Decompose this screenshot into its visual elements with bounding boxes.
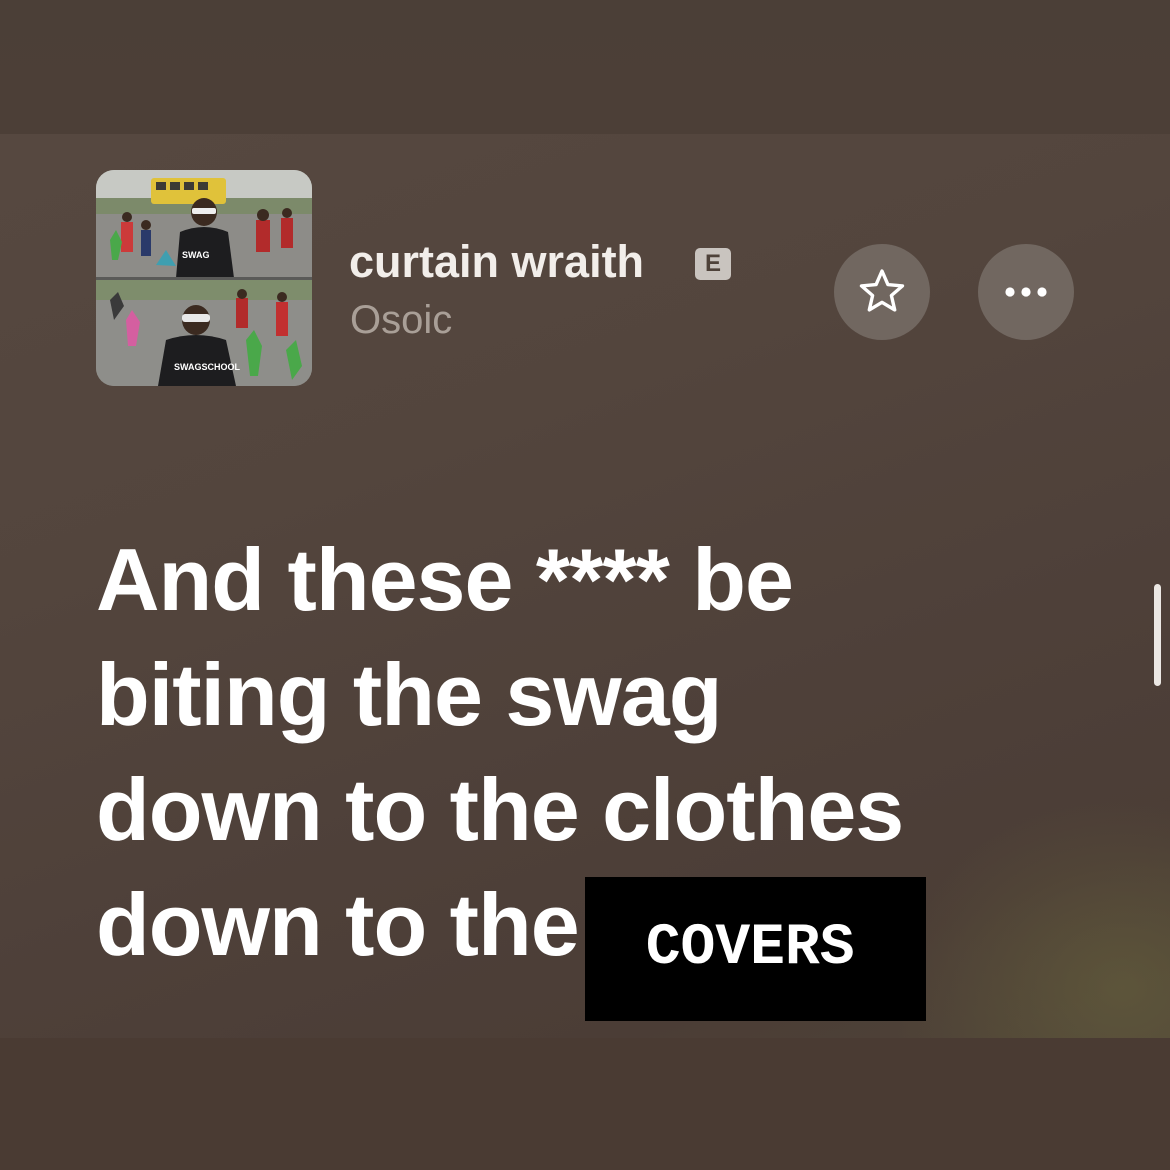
ellipsis-icon [1005, 287, 1047, 297]
favorite-button[interactable] [834, 244, 930, 340]
lyric-line[interactable]: And these **** be [96, 522, 1106, 637]
lyric-line-with-redaction[interactable]: down to the COVERS [96, 867, 1106, 1021]
top-background-band [0, 0, 1170, 134]
bottom-background-band [0, 1038, 1170, 1170]
scrollbar-thumb[interactable] [1154, 584, 1161, 686]
lyric-line[interactable]: down to the clothes [96, 752, 1106, 867]
more-options-button[interactable] [978, 244, 1074, 340]
svg-text:SWAGSCHOOL: SWAGSCHOOL [174, 362, 241, 372]
star-outline-icon [859, 269, 905, 312]
song-title[interactable]: curtain wraith [349, 232, 644, 292]
redacted-word-label: COVERS [584, 877, 926, 1021]
album-artwork-image: SWAG SWAGSCHOOL [96, 170, 312, 386]
artist-name[interactable]: Osoic [350, 290, 452, 350]
lyrics-block: And these **** be biting the swag down t… [96, 522, 1106, 1021]
album-artwork[interactable]: SWAG SWAGSCHOOL [96, 170, 312, 386]
lyric-line-text: down to the [96, 875, 580, 974]
svg-text:SWAG: SWAG [182, 250, 210, 260]
explicit-badge: E [695, 248, 731, 280]
lyric-line[interactable]: biting the swag [96, 637, 1106, 752]
now-playing-lyrics-screen: SWAG SWAGSCHOOL curtain wraith E Osoic A… [0, 0, 1170, 1170]
